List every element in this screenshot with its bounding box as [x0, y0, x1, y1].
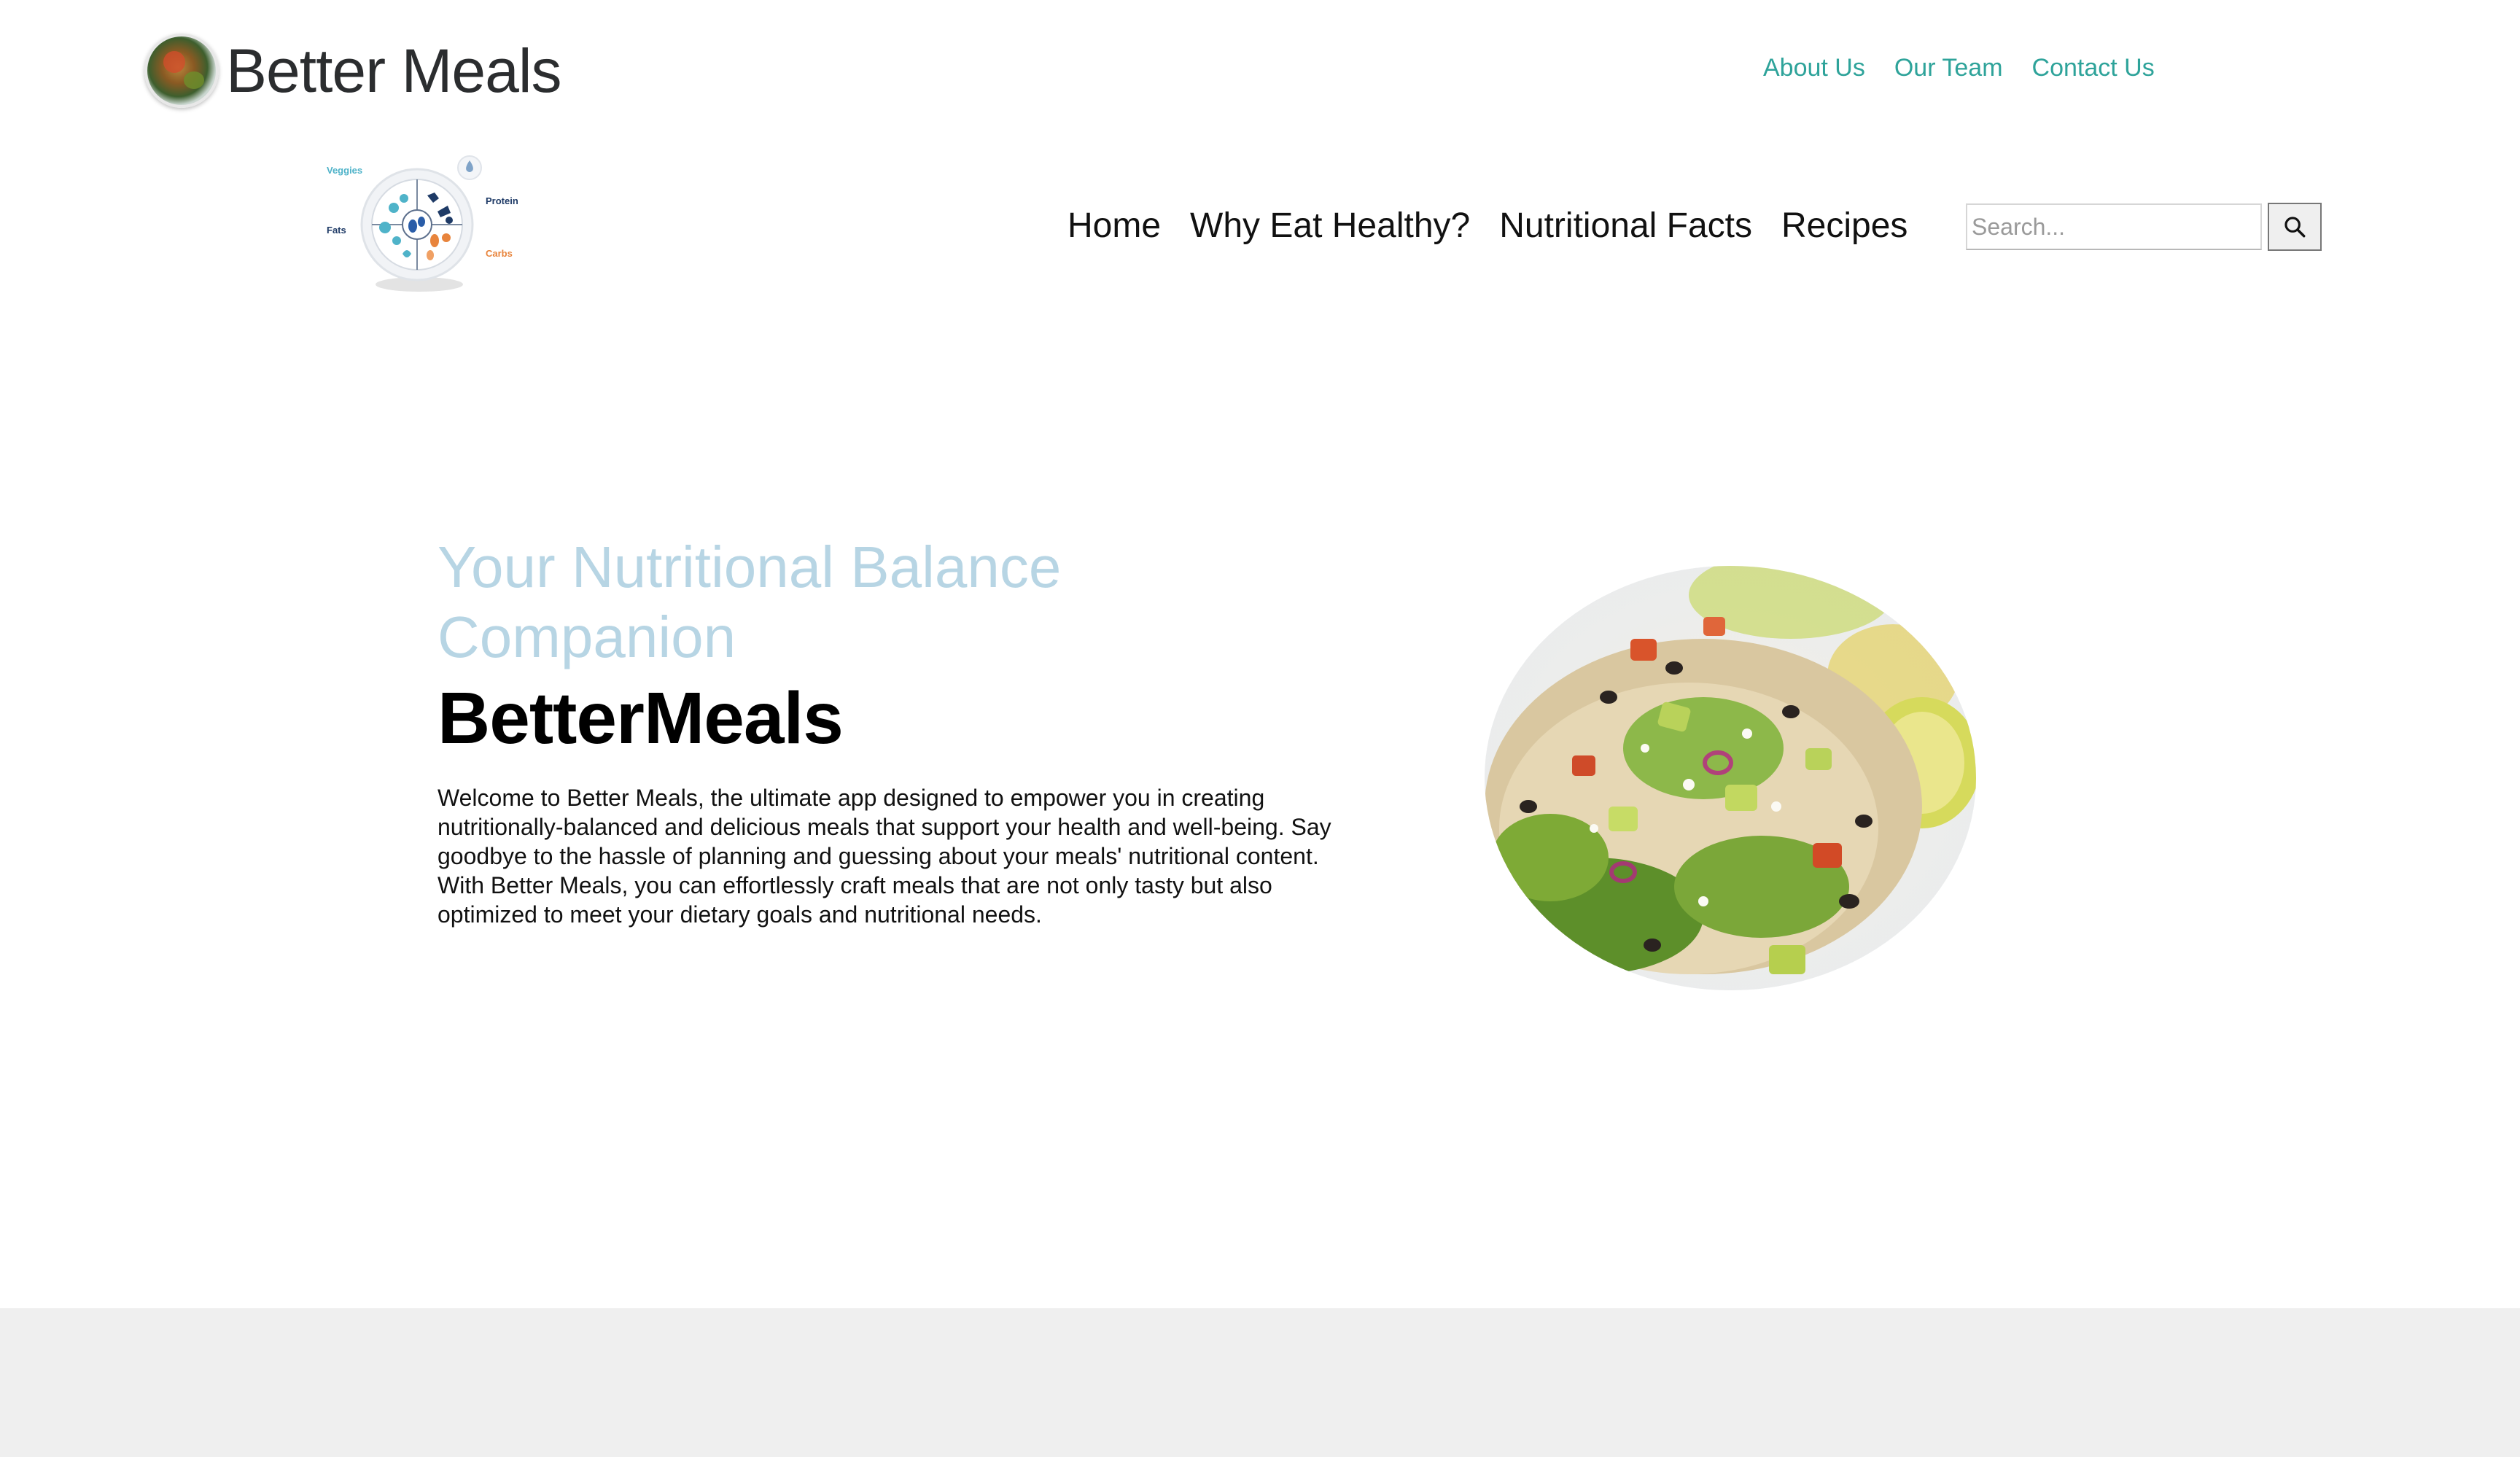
fats-label: Fats — [327, 225, 346, 236]
brand-logo[interactable] — [144, 34, 219, 108]
nav-nutritional-facts[interactable]: Nutritional Facts — [1499, 206, 1752, 246]
about-us-link[interactable]: About Us — [1763, 54, 1865, 82]
main-nav: Home Why Eat Healthy? Nutritional Facts … — [1068, 206, 1908, 246]
top-bar: Better Meals About Us Our Team Contact U… — [0, 0, 2520, 139]
contact-us-link[interactable]: Contact Us — [2032, 54, 2155, 82]
search-button[interactable] — [2268, 203, 2322, 251]
nav-home[interactable]: Home — [1068, 206, 1161, 246]
nav-recipes[interactable]: Recipes — [1781, 206, 1908, 246]
top-links: About Us Our Team Contact Us — [1763, 54, 2155, 82]
center-icon — [408, 219, 417, 233]
carbs-label: Carbs — [486, 248, 513, 259]
search-input[interactable] — [1966, 203, 2262, 250]
protein-label: Protein — [486, 195, 518, 206]
search-bar — [1966, 203, 2322, 251]
hero-section: Your Nutritional Balance Companion Bette… — [438, 532, 1334, 929]
brand-title[interactable]: Better Meals — [226, 36, 562, 106]
hero-food-image — [1485, 566, 1976, 990]
salad-photo — [1485, 566, 1976, 990]
footer — [0, 1308, 2520, 1457]
hero-tagline: Your Nutritional Balance Companion — [438, 535, 1062, 669]
our-team-link[interactable]: Our Team — [1894, 54, 2003, 82]
nav-why-eat-healthy[interactable]: Why Eat Healthy? — [1190, 206, 1470, 246]
hero-title: BetterMeals — [438, 677, 844, 759]
hero-description: Welcome to Better Meals, the ultimate ap… — [438, 785, 1331, 928]
brand[interactable]: Better Meals — [144, 34, 562, 108]
nutrition-plate-logo[interactable]: Veggies Protein Fats Carbs — [321, 139, 532, 306]
search-icon — [2284, 217, 2306, 238]
veggies-label: Veggies — [327, 165, 362, 176]
